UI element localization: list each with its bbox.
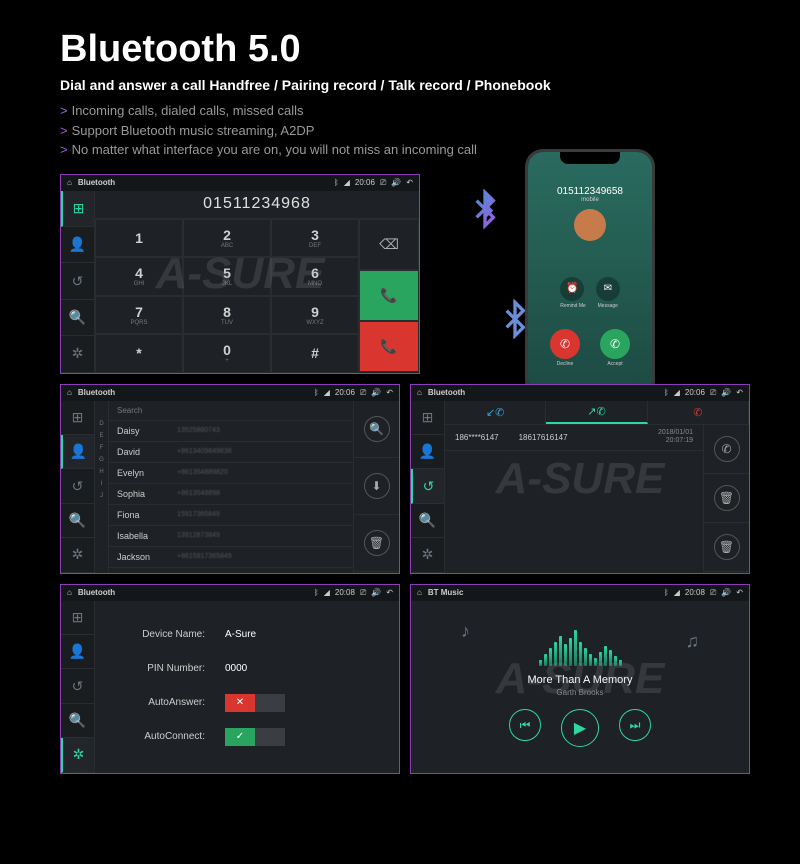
music-note-icon: ♪ [461,621,470,642]
caller-avatar [574,209,606,241]
dial-key-9[interactable]: 9WXYZ [271,296,359,335]
play-button[interactable]: ▶ [561,709,599,747]
search-button[interactable]: 🔍 [354,401,399,458]
calllog-panel: A-SURE ⌂ Bluetooth ᛒ◢20:06⎚🔊↶ ⊞ 👤 ↺ 🔍 ✲ … [410,384,750,574]
dial-key-3[interactable]: 3DEF [271,219,359,258]
sidebar-calllog[interactable]: ↺ [61,669,94,703]
dialer-panel: A-SURE ⌂ Bluetooth ᛒ ◢ 20:06 ⎚ 🔊 ↶ ⊞ 👤 ↺… [60,174,420,374]
sidebar-contacts[interactable]: 👤 [61,435,94,469]
track-title: More Than A Memory [528,674,633,686]
bluetooth-icon: ᛒ [334,178,339,187]
home-icon[interactable]: ⌂ [417,588,422,597]
track-artist: Garth Brooks [556,688,603,697]
music-note-icon: ♫ [686,631,700,652]
dial-key-8[interactable]: 8TUV [183,296,271,335]
sidebar: ⊞ 👤 ↺ 🔍 ✲ [61,191,95,373]
contact-row[interactable]: Daisy13525880743 [109,421,353,442]
music-panel: A-SURE ⌂ BT Music ᛒ◢20:08⎚🔊↶ ♪ ♫ More Th… [410,584,750,774]
download-button[interactable]: ⬇ [354,458,399,515]
device-name-value: A-Sure [225,629,256,640]
device-name-label: Device Name: [105,629,225,640]
wifi-icon: ◢ [344,178,350,187]
missed-tab[interactable]: ✆ [648,401,749,424]
sidebar-search[interactable]: 🔍 [411,504,444,538]
contact-row[interactable]: David+8613409849838 [109,442,353,463]
accept-button[interactable]: ✆ [600,329,630,359]
music-visualizer [520,626,640,666]
page-subtitle: Dial and answer a call Handfree / Pairin… [60,77,750,93]
call-entry[interactable]: 186****6147 18617616147 2018/01/0120:07:… [445,425,703,451]
sidebar-contacts[interactable]: 👤 [61,227,94,263]
incoming-number: 015112349658 [557,186,623,197]
sidebar-calllog[interactable]: ↺ [61,469,94,503]
auto-connect-label: AutoConnect: [105,731,225,742]
incoming-tab[interactable]: ↙✆ [445,401,546,424]
delete-all-button[interactable]: 🗑 [704,523,749,572]
dial-key-2[interactable]: 2ABC [183,219,271,258]
settings-panel: ⌂ Bluetooth ᛒ◢20:08⎚🔊↶ ⊞ 👤 ↺ 🔍 ✲ Device … [60,584,400,774]
dial-key-*[interactable]: * [95,334,183,373]
dial-key-6[interactable]: 6MNO [271,257,359,296]
delete-button[interactable]: 🗑 [354,515,399,572]
sidebar-search[interactable]: 🔍 [61,504,94,538]
home-icon[interactable]: ⌂ [67,388,72,397]
remind-button[interactable]: ⏰ [560,277,584,301]
sidebar-dialpad[interactable]: ⊞ [61,401,94,435]
page-title: Bluetooth 5.0 [60,28,750,71]
delete-button[interactable]: 🗑 [704,474,749,523]
dial-key-1[interactable]: 1 [95,219,183,258]
home-icon[interactable]: ⌂ [67,588,72,597]
volume-icon[interactable]: 🔊 [391,178,401,187]
sidebar-settings[interactable]: ✲ [61,738,94,772]
auto-connect-toggle[interactable]: ✓ [225,728,285,746]
camera-icon[interactable]: ⎚ [380,178,386,188]
sidebar-calllog[interactable]: ↺ [411,469,444,503]
dial-key-0[interactable]: 0+ [183,334,271,373]
dial-key-7[interactable]: 7PQRS [95,296,183,335]
prev-track-button[interactable]: ⏮ [509,709,541,741]
sidebar-contacts[interactable]: 👤 [411,435,444,469]
contact-row[interactable]: Isabella13912873849 [109,526,353,547]
message-button[interactable]: ✉ [596,277,620,301]
sidebar-search[interactable]: 🔍 [61,300,94,336]
auto-answer-label: AutoAnswer: [105,697,225,708]
dial-key-4[interactable]: 4GHI [95,257,183,296]
sidebar-calllog[interactable]: ↺ [61,263,94,299]
next-track-button[interactable]: ⏭ [619,709,651,741]
bluetooth-icon [460,184,510,234]
dial-key-5[interactable]: 5JKL [183,257,271,296]
status-bar: ⌂ Bluetooth ᛒ ◢ 20:06 ⎚ 🔊 ↶ [61,175,419,191]
phone-mockup: 015112349658 mobile ⏰ Remind Me ✉ Messag… [525,149,655,399]
search-input[interactable]: Search [109,401,353,421]
home-icon[interactable]: ⌂ [417,388,422,397]
pin-label: PIN Number: [105,663,225,674]
contacts-panel: ⌂ Bluetooth ᛒ◢20:06⎚🔊↶ ⊞ 👤 ↺ 🔍 ✲ DEFGHIJ… [60,384,400,574]
sidebar-dialpad[interactable]: ⊞ [61,601,94,635]
contact-row[interactable]: Evelyn+861354889820 [109,463,353,484]
sidebar-dialpad[interactable]: ⊞ [61,191,94,227]
outgoing-tab[interactable]: ↗✆ [546,401,647,424]
backspace-button[interactable]: ⌫ [359,219,419,270]
end-call-button[interactable]: 📞 [359,321,419,372]
call-button[interactable]: 📞 [359,270,419,321]
dial-display: 01511234968 [95,191,419,219]
sidebar-search[interactable]: 🔍 [61,704,94,738]
dial-key-#[interactable]: # [271,334,359,373]
contact-row[interactable]: Jackson+8615917365849 [109,547,353,568]
sidebar-dialpad[interactable]: ⊞ [411,401,444,435]
sidebar-settings[interactable]: ✲ [411,538,444,572]
sidebar-contacts[interactable]: 👤 [61,635,94,669]
contact-row[interactable]: Sophia+8613548898 [109,484,353,505]
auto-answer-toggle[interactable]: ✕ [225,694,285,712]
pin-value: 0000 [225,663,247,674]
sidebar-settings[interactable]: ✲ [61,336,94,372]
contact-row[interactable]: Fiona15917365849 [109,505,353,526]
call-button[interactable]: ✆ [704,425,749,474]
decline-button[interactable]: ✆ [550,329,580,359]
home-icon[interactable]: ⌂ [67,178,72,187]
back-icon[interactable]: ↶ [406,178,413,187]
sidebar-settings[interactable]: ✲ [61,538,94,572]
